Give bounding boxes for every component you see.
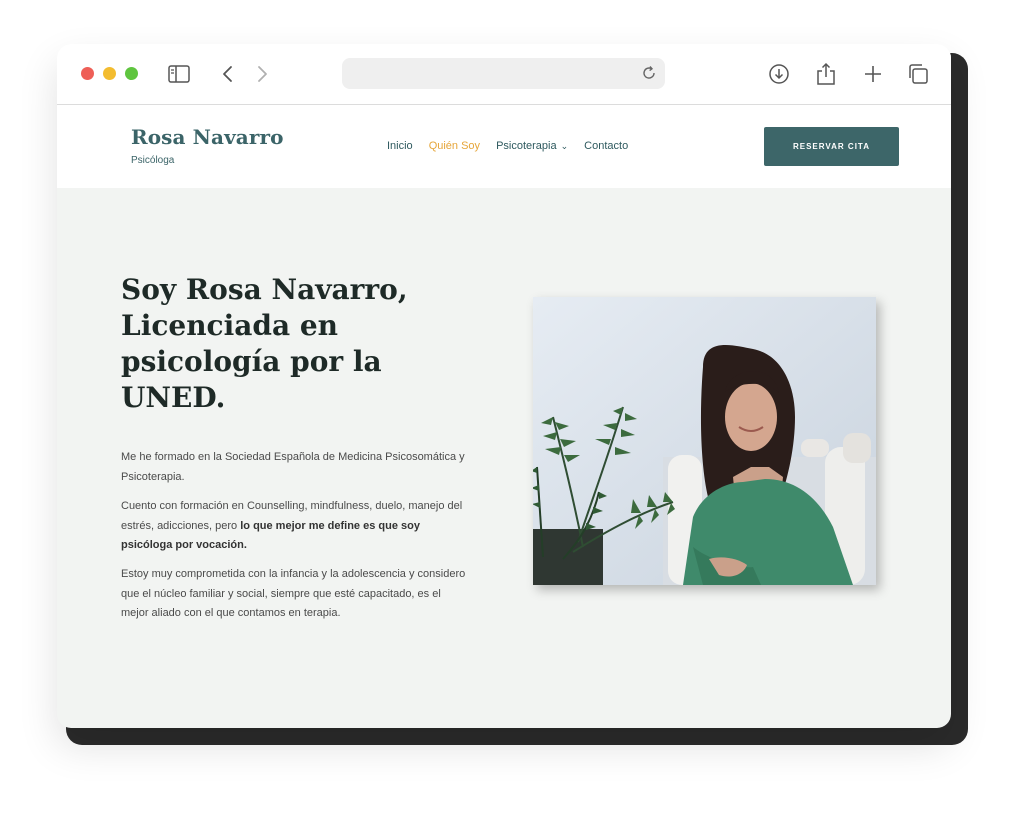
nav-item-psicoterapia-label: Psicoterapia <box>496 140 557 152</box>
tabs-overview-icon[interactable] <box>905 61 931 87</box>
zoom-window-button[interactable] <box>125 67 138 80</box>
reload-icon[interactable] <box>641 65 659 83</box>
brand-name[interactable]: Rosa Navarro <box>131 125 284 149</box>
nav-item-inicio[interactable]: Inicio <box>387 140 413 152</box>
browser-window: Rosa Navarro Psicóloga Inicio Quién Soy … <box>57 44 951 728</box>
portrait-photo <box>533 297 876 585</box>
intro-paragraph-1: Me he formado en la Sociedad Española de… <box>121 451 465 483</box>
nav-item-psicoterapia[interactable]: Psicoterapia ⌄ <box>496 140 568 152</box>
chevron-left-icon[interactable] <box>214 61 240 87</box>
minimize-window-button[interactable] <box>103 67 116 80</box>
chevron-right-icon[interactable] <box>250 61 276 87</box>
intro-paragraph-3: Estoy muy comprometida con la infancia y… <box>121 568 466 619</box>
chevron-down-icon: ⌄ <box>560 141 569 151</box>
brand-subtitle: Psicóloga <box>131 155 175 166</box>
sidebar-icon[interactable] <box>166 61 192 87</box>
main-nav: Inicio Quién Soy Psicoterapia ⌄ Contacto <box>387 140 628 152</box>
share-icon[interactable] <box>813 61 839 87</box>
nav-item-contacto[interactable]: Contacto <box>584 140 628 152</box>
address-bar[interactable] <box>342 58 665 89</box>
site-header: Rosa Navarro Psicóloga Inicio Quién Soy … <box>57 105 951 188</box>
browser-toolbar <box>57 44 951 105</box>
close-window-button[interactable] <box>81 67 94 80</box>
book-appointment-button[interactable]: RESERVAR CITA <box>764 127 899 166</box>
page-title: Soy Rosa Navarro, Licenciada en psicolog… <box>121 273 408 414</box>
nav-item-quien-soy[interactable]: Quién Soy <box>429 140 480 152</box>
intro-paragraph-2: Cuento con formación en Counselling, min… <box>121 497 471 556</box>
plus-icon[interactable] <box>860 61 886 87</box>
download-icon[interactable] <box>766 61 792 87</box>
